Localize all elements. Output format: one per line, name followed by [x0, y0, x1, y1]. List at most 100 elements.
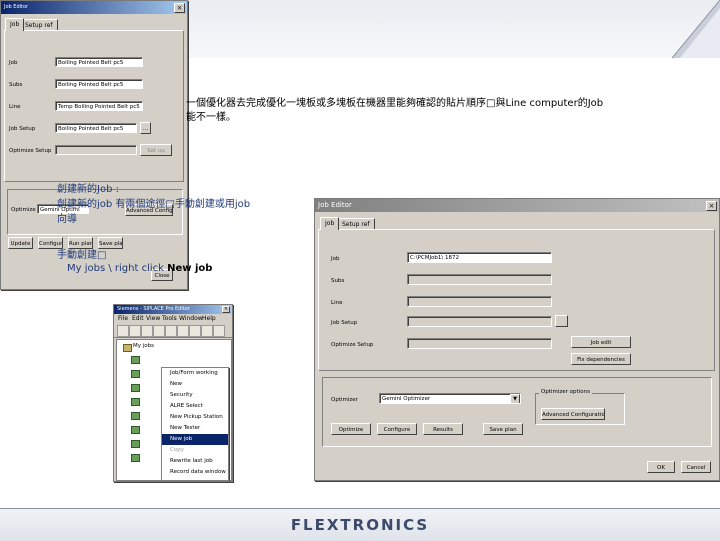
job-icon: [131, 440, 140, 448]
menu-tools[interactable]: Tools: [162, 315, 177, 322]
job-icon: [131, 356, 140, 364]
job-setup-field[interactable]: Boiling Pointed Belt pc5: [55, 123, 137, 133]
methods-line: 創建新的job 有兩個途徑□手動創建或用job: [57, 195, 250, 210]
context-menu: Job/Form working New Security ALRE Selec…: [161, 367, 229, 481]
job-field[interactable]: Boiling Pointed Belt pc5: [55, 57, 143, 67]
job-icon: [131, 370, 140, 378]
menu-path: My jobs \ right click New job: [67, 263, 212, 274]
right-window-title: Job Editor: [318, 201, 352, 209]
field-label-job-setup: Job Setup: [331, 320, 358, 326]
job-field[interactable]: C:\PCMJob1\ 1872: [407, 252, 552, 263]
manual-heading: 手動創建□: [57, 246, 106, 261]
menu-path-text: My jobs \ right click: [67, 263, 168, 274]
menu-edit[interactable]: Edit: [132, 315, 144, 322]
setup-side-button[interactable]: Set up: [140, 144, 172, 156]
ctx-item-pickup-station[interactable]: New Pickup Station: [162, 412, 228, 423]
methods-line-tail: 手動創建或用job: [174, 199, 251, 210]
optimizer-label: Optimizer: [331, 397, 358, 403]
results-button[interactable]: Results: [423, 423, 463, 435]
menu-window[interactable]: Window: [179, 315, 203, 322]
methods-line-text: 創建新的job 有兩個途徑: [57, 199, 166, 210]
field-label-subs: Subs: [9, 82, 23, 88]
intro-line-1-tail: 與Line computer的Job: [495, 98, 604, 109]
ctx-item-new[interactable]: New: [162, 379, 228, 390]
tab-setup-label: Setup ref: [342, 221, 370, 228]
open-icon[interactable]: [129, 325, 141, 337]
new-icon[interactable]: [117, 325, 129, 337]
ctx-item-alre-select[interactable]: ALRE Select: [162, 401, 228, 412]
left-window-titlebar: Job Editor ×: [1, 1, 187, 14]
ctx-item-job-form[interactable]: Job/Form working: [162, 368, 228, 379]
explorer-menubar: File Edit View Tools Window Help: [114, 315, 232, 323]
job-setup-field[interactable]: [407, 316, 552, 327]
field-label-line: Line: [331, 300, 343, 306]
tab-job[interactable]: Job: [320, 217, 340, 230]
ctx-item-record-data[interactable]: Record data window: [162, 467, 228, 478]
ok-button[interactable]: OK: [647, 461, 675, 473]
explorer-window: Siemens - SIPLACE Pro Editor × File Edit…: [113, 304, 233, 482]
tab-job[interactable]: Job: [5, 18, 25, 31]
left-window-title: Job Editor: [4, 4, 29, 10]
browse-button[interactable]: ...: [140, 122, 151, 134]
chevron-down-icon[interactable]: ▼: [510, 394, 520, 403]
ctx-item-security[interactable]: Security: [162, 390, 228, 401]
corner-decoration: [672, 0, 720, 58]
tab-job-label: Job: [325, 220, 335, 227]
ctx-item-rewrite[interactable]: Rewrite last job: [162, 456, 228, 467]
job-icon: [131, 384, 140, 392]
browse-button[interactable]: [555, 315, 568, 327]
cancel-button[interactable]: Cancel: [681, 461, 711, 473]
save-plan-button[interactable]: Save plan: [483, 423, 523, 435]
save-icon[interactable]: [141, 325, 153, 337]
properties-icon[interactable]: [201, 325, 213, 337]
refresh-icon[interactable]: [189, 325, 201, 337]
optimizer-label: Optimize: [11, 207, 36, 213]
right-window-titlebar: Job Editor ×: [315, 199, 719, 212]
field-label-job: Job: [9, 60, 18, 66]
folder-icon: [123, 344, 132, 352]
subs-field[interactable]: [407, 274, 552, 285]
job-icon: [131, 412, 140, 420]
menu-file[interactable]: File: [118, 315, 128, 322]
advanced-config-button[interactable]: Advanced Configuration...: [541, 408, 605, 420]
configure-button[interactable]: Configure: [377, 423, 417, 435]
manual-bullet-box: □: [97, 250, 107, 261]
fix-dependencies-button[interactable]: Fix dependencies: [571, 353, 631, 365]
field-label-job-setup: Job Setup: [9, 126, 36, 132]
line-field[interactable]: [407, 296, 552, 307]
optimize-button[interactable]: Optimize: [331, 423, 371, 435]
close-icon[interactable]: ×: [222, 306, 230, 313]
field-label-optimize-setup: Optimize Setup: [9, 148, 52, 154]
right-job-editor-window: Job Editor × Job Setup ref Job C:\PCMJob…: [314, 198, 720, 481]
methods-line-2: 向導: [57, 214, 77, 225]
help-icon[interactable]: [213, 325, 225, 337]
close-icon[interactable]: ×: [174, 3, 185, 13]
job-edit-button[interactable]: Job edit: [571, 336, 631, 348]
optimizer-select[interactable]: Gemini Optimizer ▼: [379, 393, 521, 404]
ctx-item-new-tester[interactable]: New Tester: [162, 423, 228, 434]
header-band: [185, 0, 720, 58]
menu-view[interactable]: View: [146, 315, 160, 322]
line-field[interactable]: Temp Boiling Pointed Belt pc5: [55, 101, 143, 111]
ctx-item-new-job[interactable]: New job: [162, 434, 228, 445]
flextronics-logo: FLEXTRONICS: [290, 516, 430, 534]
close-icon[interactable]: ×: [706, 201, 717, 211]
copy-icon[interactable]: [165, 325, 177, 337]
explorer-titlebar: Siemens - SIPLACE Pro Editor ×: [114, 305, 232, 314]
ctx-item-copy[interactable]: Copy: [162, 445, 228, 456]
optimize-setup-field[interactable]: [55, 145, 137, 155]
optimize-setup-field[interactable]: [407, 338, 552, 349]
intro-line-1: 一個優化器去完成優化一塊板或多塊板在機器里能夠確認的貼片順序□與Line com…: [186, 94, 656, 109]
intro-line-2: 能不一樣。: [186, 112, 236, 123]
subs-field[interactable]: Boiling Pointed Belt pc5: [55, 79, 143, 89]
right-optimizer-group: [322, 377, 712, 447]
field-label-job: Job: [331, 256, 340, 262]
menu-help[interactable]: Help: [202, 315, 216, 322]
tree-root[interactable]: My jobs: [133, 343, 154, 349]
paste-icon[interactable]: [177, 325, 189, 337]
update-button[interactable]: Update: [8, 237, 33, 249]
field-label-optimize-setup: Optimize Setup: [331, 342, 374, 348]
tab-job-label: Job: [10, 21, 20, 28]
cut-icon[interactable]: [153, 325, 165, 337]
manual-heading-text: 手動創建: [57, 250, 97, 261]
